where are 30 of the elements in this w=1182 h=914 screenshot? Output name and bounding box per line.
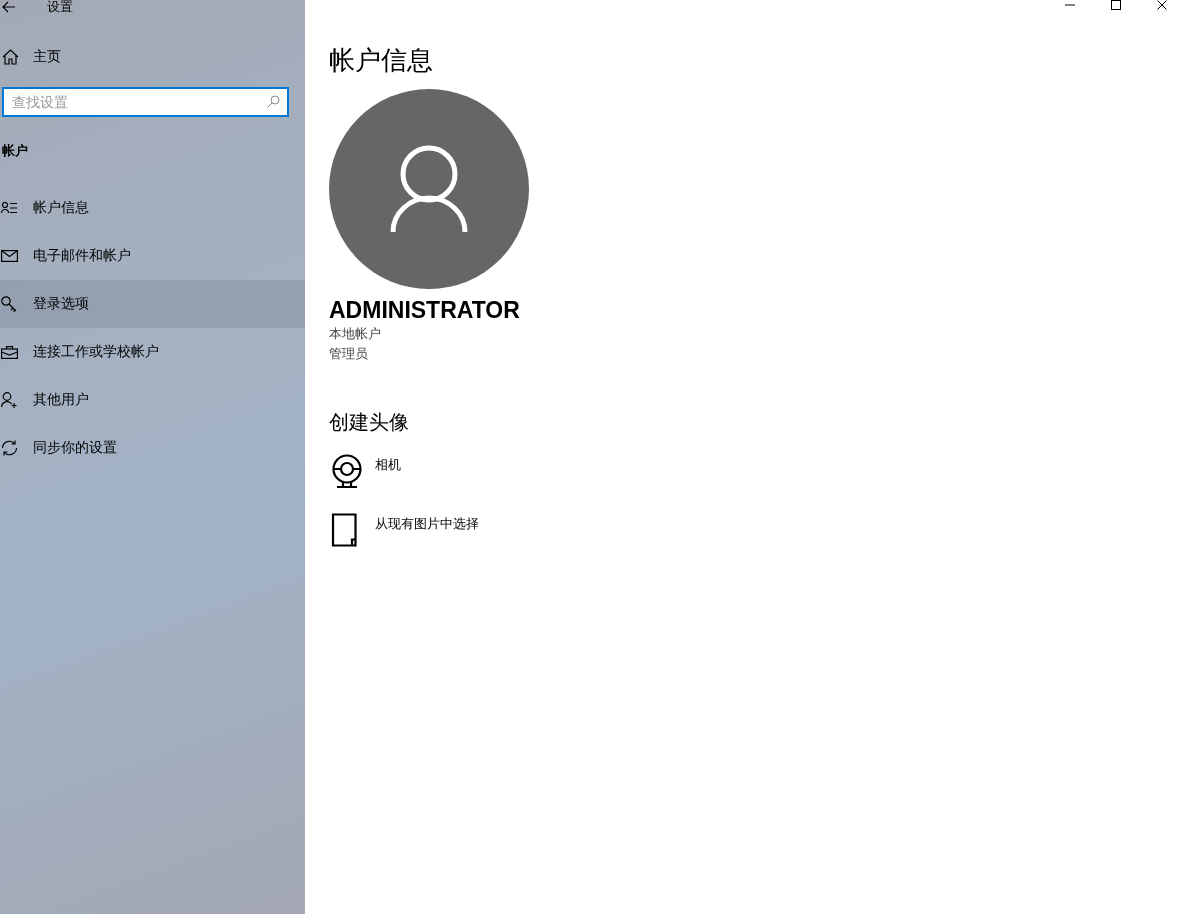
search-icon — [267, 95, 280, 108]
nav-item[interactable]: 登录选项 — [0, 280, 305, 328]
person-list-icon — [1, 202, 18, 214]
maximize-button[interactable] — [1111, 0, 1121, 10]
section-heading: 创建头像 — [329, 410, 410, 435]
avatar-icon — [329, 89, 529, 289]
nav-item[interactable]: 电子邮件和帐户 — [0, 232, 305, 280]
account-detail: 本地帐户 — [329, 325, 382, 343]
option-link[interactable]: 从现有图片中选择 — [375, 515, 479, 533]
nav-item[interactable]: 其他用户 — [0, 376, 305, 424]
nav-item[interactable]: 帐户信息 — [0, 184, 305, 232]
option-link[interactable]: 相机 — [375, 456, 401, 474]
key-icon — [1, 295, 18, 313]
mail-icon — [1, 250, 18, 262]
window-title: 设置 — [47, 0, 73, 14]
webcam-icon — [331, 454, 363, 489]
person-add-icon — [1, 391, 18, 409]
nav-item[interactable]: 同步你的设置 — [0, 424, 305, 472]
home-link[interactable]: 主页 — [33, 48, 61, 66]
close-button[interactable] — [1157, 0, 1167, 10]
briefcase-icon — [1, 345, 18, 359]
section-heading: 帐户 — [1, 142, 29, 160]
page-title: 帐户信息 — [329, 44, 434, 76]
nav-item[interactable]: 连接工作或学校帐户 — [0, 328, 305, 376]
account-detail: 管理员 — [329, 345, 369, 363]
back-icon[interactable] — [2, 1, 16, 13]
home-icon[interactable] — [2, 49, 19, 65]
user-name: ADMINISTRATOR — [329, 296, 521, 324]
search-field[interactable]: 查找设置 — [2, 87, 289, 117]
sync-icon — [1, 440, 18, 456]
